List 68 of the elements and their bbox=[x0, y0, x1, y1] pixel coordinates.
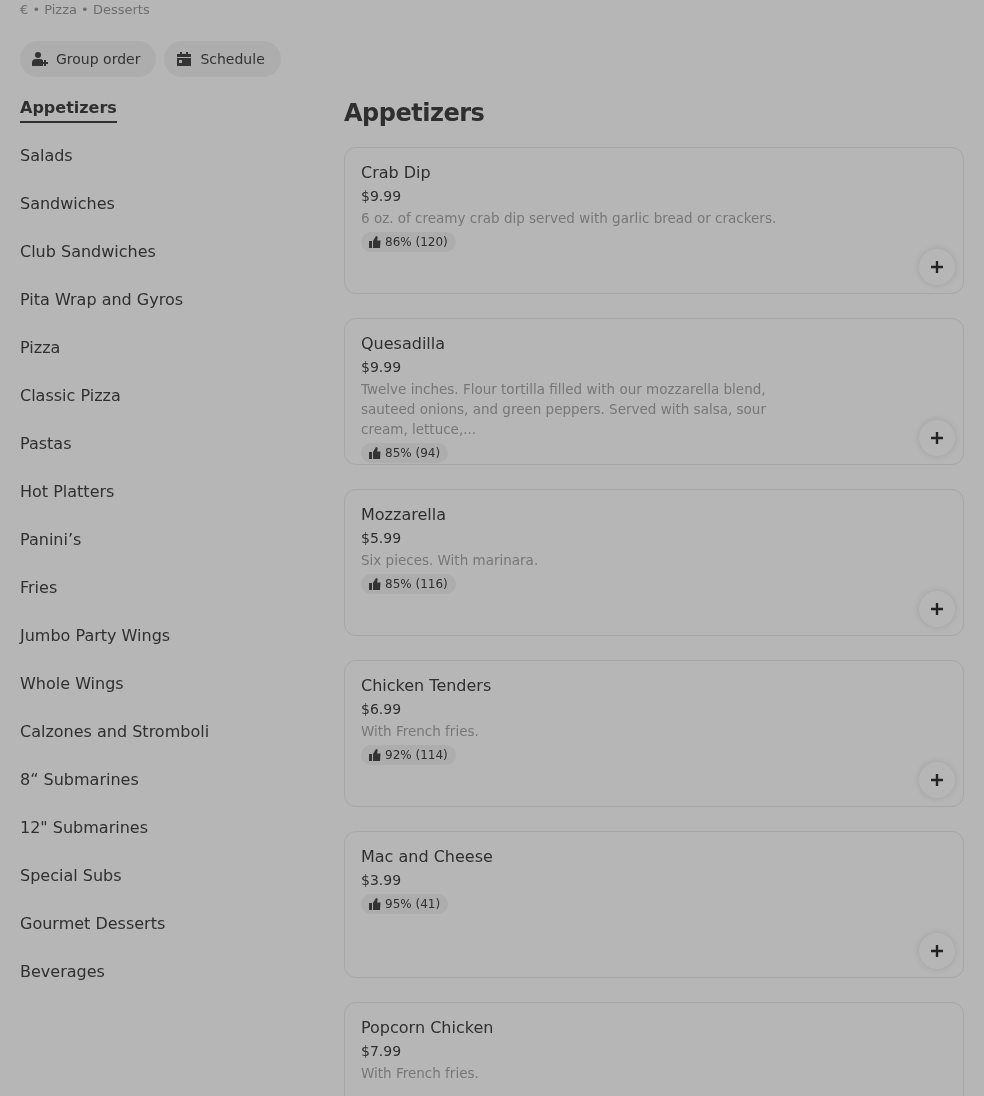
item-name: Mac and Cheese bbox=[361, 846, 493, 868]
category-link[interactable]: 12" Submarines bbox=[20, 817, 148, 843]
category-link[interactable]: Gourmet Desserts bbox=[20, 913, 166, 939]
category-link[interactable]: Fries bbox=[20, 577, 58, 603]
item-price: $3.99 bbox=[361, 871, 402, 890]
item-name: Mozzarella bbox=[361, 504, 446, 526]
item-description: 6 oz. of creamy crab dip served with garlic bread or crackers. bbox=[361, 209, 777, 228]
group-order-button[interactable]: Group order bbox=[20, 41, 157, 77]
person-plus-icon bbox=[32, 51, 48, 67]
menu-item-card[interactable]: Popcorn Chicken $7.99 With French fries. bbox=[344, 1002, 964, 1096]
plus-icon bbox=[930, 431, 944, 445]
menu-item-card[interactable]: Chicken Tenders $6.99 With French fries. 92% (114) bbox=[344, 660, 964, 807]
add-button[interactable] bbox=[919, 933, 955, 969]
item-price: $9.99 bbox=[361, 187, 402, 206]
category-link[interactable]: 8“ Submarines bbox=[20, 769, 139, 795]
menu-item-card[interactable]: Mozzarella $5.99 Six pieces. With marinara. 85% (116) bbox=[344, 489, 964, 636]
plus-icon bbox=[930, 602, 944, 616]
item-description: With French fries. bbox=[361, 722, 479, 741]
item-name: Crab Dip bbox=[361, 162, 431, 184]
item-price: $7.99 bbox=[361, 1042, 402, 1061]
category-link[interactable]: Classic Pizza bbox=[20, 385, 121, 411]
add-button[interactable] bbox=[919, 249, 955, 285]
add-button[interactable] bbox=[919, 762, 955, 798]
menu-item-card[interactable]: Mac and Cheese $3.99 95% (41) bbox=[344, 831, 964, 978]
rating-text: 85% (94) bbox=[385, 445, 441, 461]
category-link[interactable]: Pastas bbox=[20, 433, 72, 459]
category-link[interactable]: Panini’s bbox=[20, 529, 82, 555]
category-link[interactable]: Pita Wrap and Gyros bbox=[20, 289, 184, 315]
item-name: Popcorn Chicken bbox=[361, 1017, 494, 1039]
category-link[interactable]: Hot Platters bbox=[20, 481, 115, 507]
category-link[interactable]: Club Sandwiches bbox=[20, 241, 156, 267]
category-link[interactable]: Beverages bbox=[20, 961, 105, 987]
plus-icon bbox=[930, 260, 944, 274]
item-description: With French fries. bbox=[361, 1064, 479, 1083]
item-price: $9.99 bbox=[361, 358, 402, 377]
item-description: Six pieces. With marinara. bbox=[361, 551, 539, 570]
item-description: Twelve inches. Flour tortilla filled with our mozzarella blend, sauteed onions, and green peppers. Served with salsa, sour cream, lettuce,... bbox=[361, 380, 767, 439]
category-link[interactable]: Appetizers bbox=[20, 97, 117, 123]
menu-item-card[interactable]: Crab Dip $9.99 6 oz. of creamy crab dip served with garlic bread or crackers. 86% (120) bbox=[344, 147, 964, 294]
thumbs-up-icon bbox=[369, 236, 381, 248]
cuisine-tags: € • Pizza • Desserts bbox=[20, 1, 964, 19]
thumbs-up-icon bbox=[369, 447, 381, 459]
category-link[interactable]: Sandwiches bbox=[20, 193, 115, 219]
item-name: Quesadilla bbox=[361, 333, 445, 355]
rating-text: 85% (116) bbox=[385, 576, 448, 592]
category-link[interactable]: Whole Wings bbox=[20, 673, 124, 699]
thumbs-up-icon bbox=[369, 749, 381, 761]
schedule-button[interactable]: Schedule bbox=[164, 41, 281, 77]
section-heading: Appetizers bbox=[344, 98, 486, 129]
plus-icon bbox=[930, 773, 944, 787]
add-button[interactable] bbox=[919, 420, 955, 456]
menu-item-card[interactable]: Quesadilla $9.99 Twelve inches. Flour tortilla filled with our mozzarella blend, sauteed onions, and green peppers. Served with salsa, sour cream, lettuce,... 85% (94) bbox=[344, 318, 964, 465]
item-price: $5.99 bbox=[361, 529, 402, 548]
item-name: Chicken Tenders bbox=[361, 675, 492, 697]
category-link[interactable]: Jumbo Party Wings bbox=[20, 625, 171, 651]
category-link[interactable]: Salads bbox=[20, 145, 73, 171]
category-link[interactable]: Special Subs bbox=[20, 865, 122, 891]
thumbs-up-icon bbox=[369, 898, 381, 910]
rating-text: 92% (114) bbox=[385, 747, 448, 763]
thumbs-up-icon bbox=[369, 578, 381, 590]
item-price: $6.99 bbox=[361, 700, 402, 719]
add-button[interactable] bbox=[919, 591, 955, 627]
plus-icon bbox=[930, 944, 944, 958]
category-link[interactable]: Calzones and Stromboli bbox=[20, 721, 210, 747]
rating-text: 86% (120) bbox=[385, 234, 448, 250]
rating-text: 95% (41) bbox=[385, 896, 441, 912]
calendar-icon bbox=[176, 51, 193, 67]
category-link[interactable]: Pizza bbox=[20, 337, 61, 363]
